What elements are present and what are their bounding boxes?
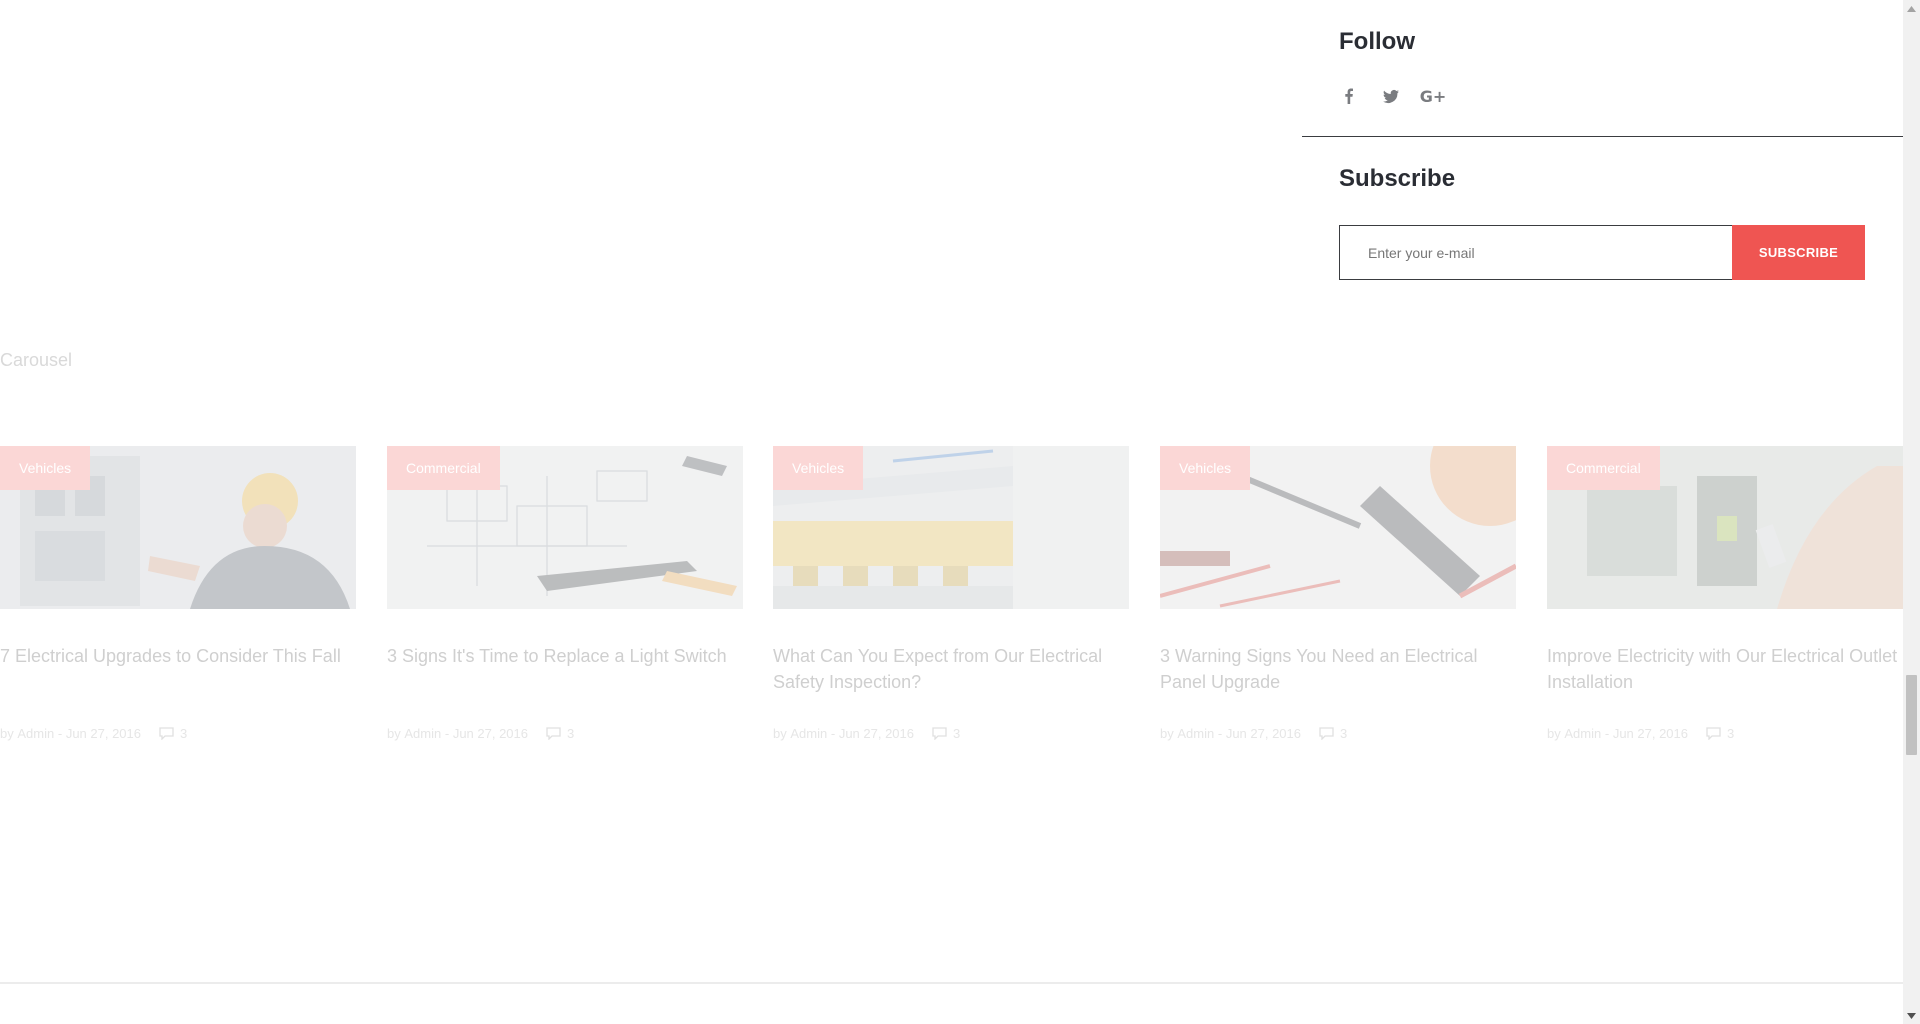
post-author[interactable]: Admin — [1177, 726, 1214, 741]
vertical-scrollbar[interactable] — [1903, 0, 1920, 1024]
post-date: Jun 27, 2016 — [1225, 726, 1301, 741]
post-thumbnail-breakers[interactable]: Vehicles — [773, 446, 1129, 609]
carousel-label: Carousel — [0, 350, 73, 370]
subscribe-heading: Subscribe — [1339, 165, 1456, 192]
scroll-up-arrow-icon[interactable] — [1903, 0, 1920, 17]
post-title[interactable]: What Can You Expect from Our Electrical … — [773, 643, 1129, 695]
carousel-post-card[interactable]: Commercial Improve Electricity with Our … — [1547, 446, 1903, 741]
email-field[interactable] — [1339, 225, 1732, 280]
comment-icon — [546, 727, 561, 740]
post-author[interactable]: Admin — [404, 726, 441, 741]
post-meta: by Admin - Jun 27, 2016 3 — [1547, 726, 1734, 741]
comment-icon — [932, 727, 947, 740]
post-meta-separator: - — [1604, 726, 1610, 741]
post-date: Jun 27, 2016 — [1612, 726, 1688, 741]
carousel-post-card[interactable]: Vehicles 7 Electrical Upgrades to Consid… — [0, 446, 356, 741]
post-meta-separator: - — [57, 726, 63, 741]
post-category-badge[interactable]: Vehicles — [0, 446, 91, 490]
post-meta-separator: - — [444, 726, 450, 741]
facebook-icon[interactable] — [1339, 86, 1359, 106]
post-comment-count[interactable]: 3 — [567, 726, 574, 741]
widget-divider — [1302, 136, 1904, 137]
comment-icon — [1319, 727, 1334, 740]
post-meta-by: by — [0, 726, 14, 741]
post-meta-by: by — [1160, 726, 1174, 741]
section-divider — [0, 982, 1903, 984]
post-title[interactable]: 7 Electrical Upgrades to Consider This F… — [0, 643, 356, 669]
post-thumbnail-blueprint[interactable]: Commercial — [387, 446, 743, 609]
carousel-post-card[interactable]: Vehicles What Can You Expect from Our El… — [773, 446, 1129, 741]
google-plus-glyph: G+ — [1419, 86, 1447, 106]
twitter-icon[interactable] — [1381, 86, 1401, 106]
post-meta: by Admin - Jun 27, 2016 3 — [1160, 726, 1347, 741]
post-meta-by: by — [387, 726, 401, 741]
scroll-down-arrow-icon[interactable] — [1903, 1007, 1920, 1024]
subscribe-button[interactable]: SUBSCRIBE — [1732, 225, 1865, 280]
social-links: G+ — [1339, 86, 1447, 106]
post-comment-count[interactable]: 3 — [1727, 726, 1734, 741]
post-meta-by: by — [773, 726, 787, 741]
post-title[interactable]: Improve Electricity with Our Electrical … — [1547, 643, 1903, 695]
post-meta: by Admin - Jun 27, 2016 3 — [387, 726, 574, 741]
google-plus-icon[interactable]: G+ — [1420, 86, 1447, 106]
post-meta-separator: - — [830, 726, 836, 741]
post-title[interactable]: 3 Warning Signs You Need an Electrical P… — [1160, 643, 1516, 695]
post-thumbnail-wire-strippers[interactable]: Vehicles — [1160, 446, 1516, 609]
post-author[interactable]: Admin — [17, 726, 54, 741]
comment-icon — [1706, 727, 1721, 740]
post-thumbnail-fuse[interactable]: Commercial — [1547, 446, 1903, 609]
post-category-badge[interactable]: Commercial — [1547, 446, 1660, 490]
follow-heading: Follow — [1339, 28, 1415, 55]
post-category-badge[interactable]: Vehicles — [773, 446, 864, 490]
comment-icon — [159, 727, 174, 740]
post-title[interactable]: 3 Signs It's Time to Replace a Light Swi… — [387, 643, 743, 669]
post-meta: by Admin - Jun 27, 2016 3 — [0, 726, 187, 741]
post-comment-count[interactable]: 3 — [1340, 726, 1347, 741]
post-thumbnail-electrician[interactable]: Vehicles — [0, 446, 356, 609]
carousel-post-card[interactable]: Vehicles 3 Warning Signs You Need an Ele… — [1160, 446, 1516, 741]
post-author[interactable]: Admin — [1564, 726, 1601, 741]
post-meta-by: by — [1547, 726, 1561, 741]
post-date: Jun 27, 2016 — [838, 726, 914, 741]
post-comment-count[interactable]: 3 — [180, 726, 187, 741]
post-category-badge[interactable]: Commercial — [387, 446, 500, 490]
post-meta: by Admin - Jun 27, 2016 3 — [773, 726, 960, 741]
scrollbar-thumb[interactable] — [1906, 675, 1917, 755]
post-category-badge[interactable]: Vehicles — [1160, 446, 1251, 490]
carousel-post-card[interactable]: Commercial 3 Signs It's Time to Replace … — [387, 446, 743, 741]
post-date: Jun 27, 2016 — [452, 726, 528, 741]
subscribe-form: SUBSCRIBE — [1339, 225, 1865, 280]
post-comment-count[interactable]: 3 — [953, 726, 960, 741]
post-meta-separator: - — [1217, 726, 1223, 741]
post-date: Jun 27, 2016 — [65, 726, 141, 741]
post-author[interactable]: Admin — [790, 726, 827, 741]
carousel-track[interactable]: Vehicles 7 Electrical Upgrades to Consid… — [0, 446, 1903, 766]
